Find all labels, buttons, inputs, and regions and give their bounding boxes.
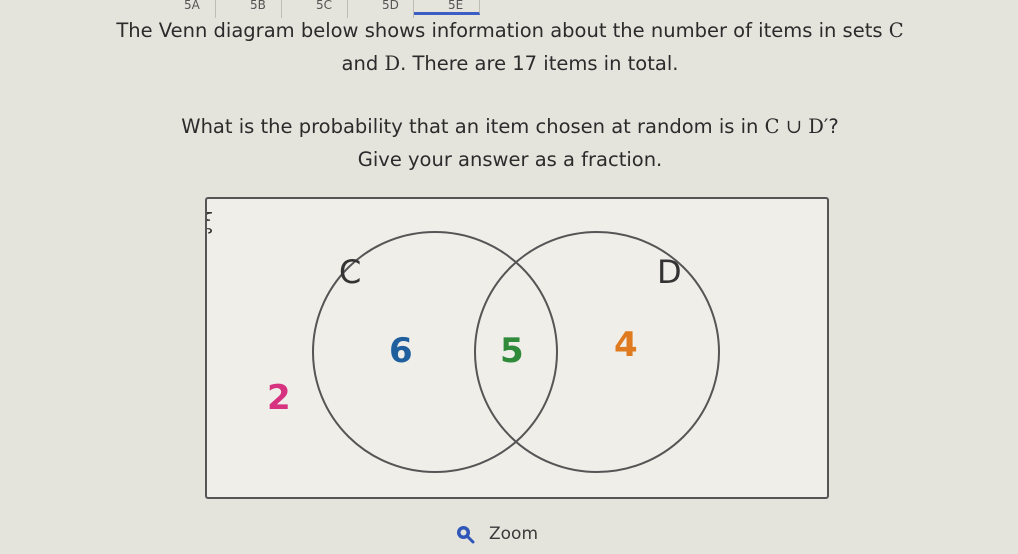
label-c: C	[339, 253, 361, 291]
venn-svg: ξ C D 6 5 4 2	[207, 210, 720, 473]
question-prompt: What is the probability that an item cho…	[50, 110, 970, 176]
tab-label: 5B	[250, 0, 266, 12]
magnifier-icon	[457, 526, 475, 544]
set-expression: C ∪ D′	[764, 115, 829, 138]
question-line-1: The Venn diagram below shows information…	[116, 19, 904, 42]
tab-5e[interactable]: 5E	[414, 0, 480, 15]
set-c-symbol: C	[888, 19, 904, 42]
zoom-button[interactable]: Zoom	[455, 524, 538, 544]
venn-diagram: ξ C D 6 5 4 2	[205, 197, 829, 499]
value-only-d: 4	[614, 325, 638, 365]
question-intro: The Venn diagram below shows information…	[50, 14, 970, 80]
tab-label: 5E	[448, 0, 464, 12]
tab-label: 5A	[184, 0, 200, 12]
tab-label: 5D	[382, 0, 399, 12]
question-line-2: and D. There are 17 items in total.	[341, 52, 679, 75]
value-only-c: 6	[389, 331, 413, 371]
question-line-3: What is the probability that an item cho…	[181, 115, 839, 138]
zoom-label: Zoom	[489, 524, 539, 544]
set-d-symbol: D	[384, 52, 401, 75]
label-d: D	[657, 253, 682, 291]
value-intersection: 5	[500, 331, 524, 371]
question-instruction: Give your answer as a fraction.	[357, 148, 663, 171]
tab-label: 5C	[316, 0, 333, 12]
value-outside: 2	[267, 378, 291, 418]
universal-symbol: ξ	[207, 210, 213, 235]
